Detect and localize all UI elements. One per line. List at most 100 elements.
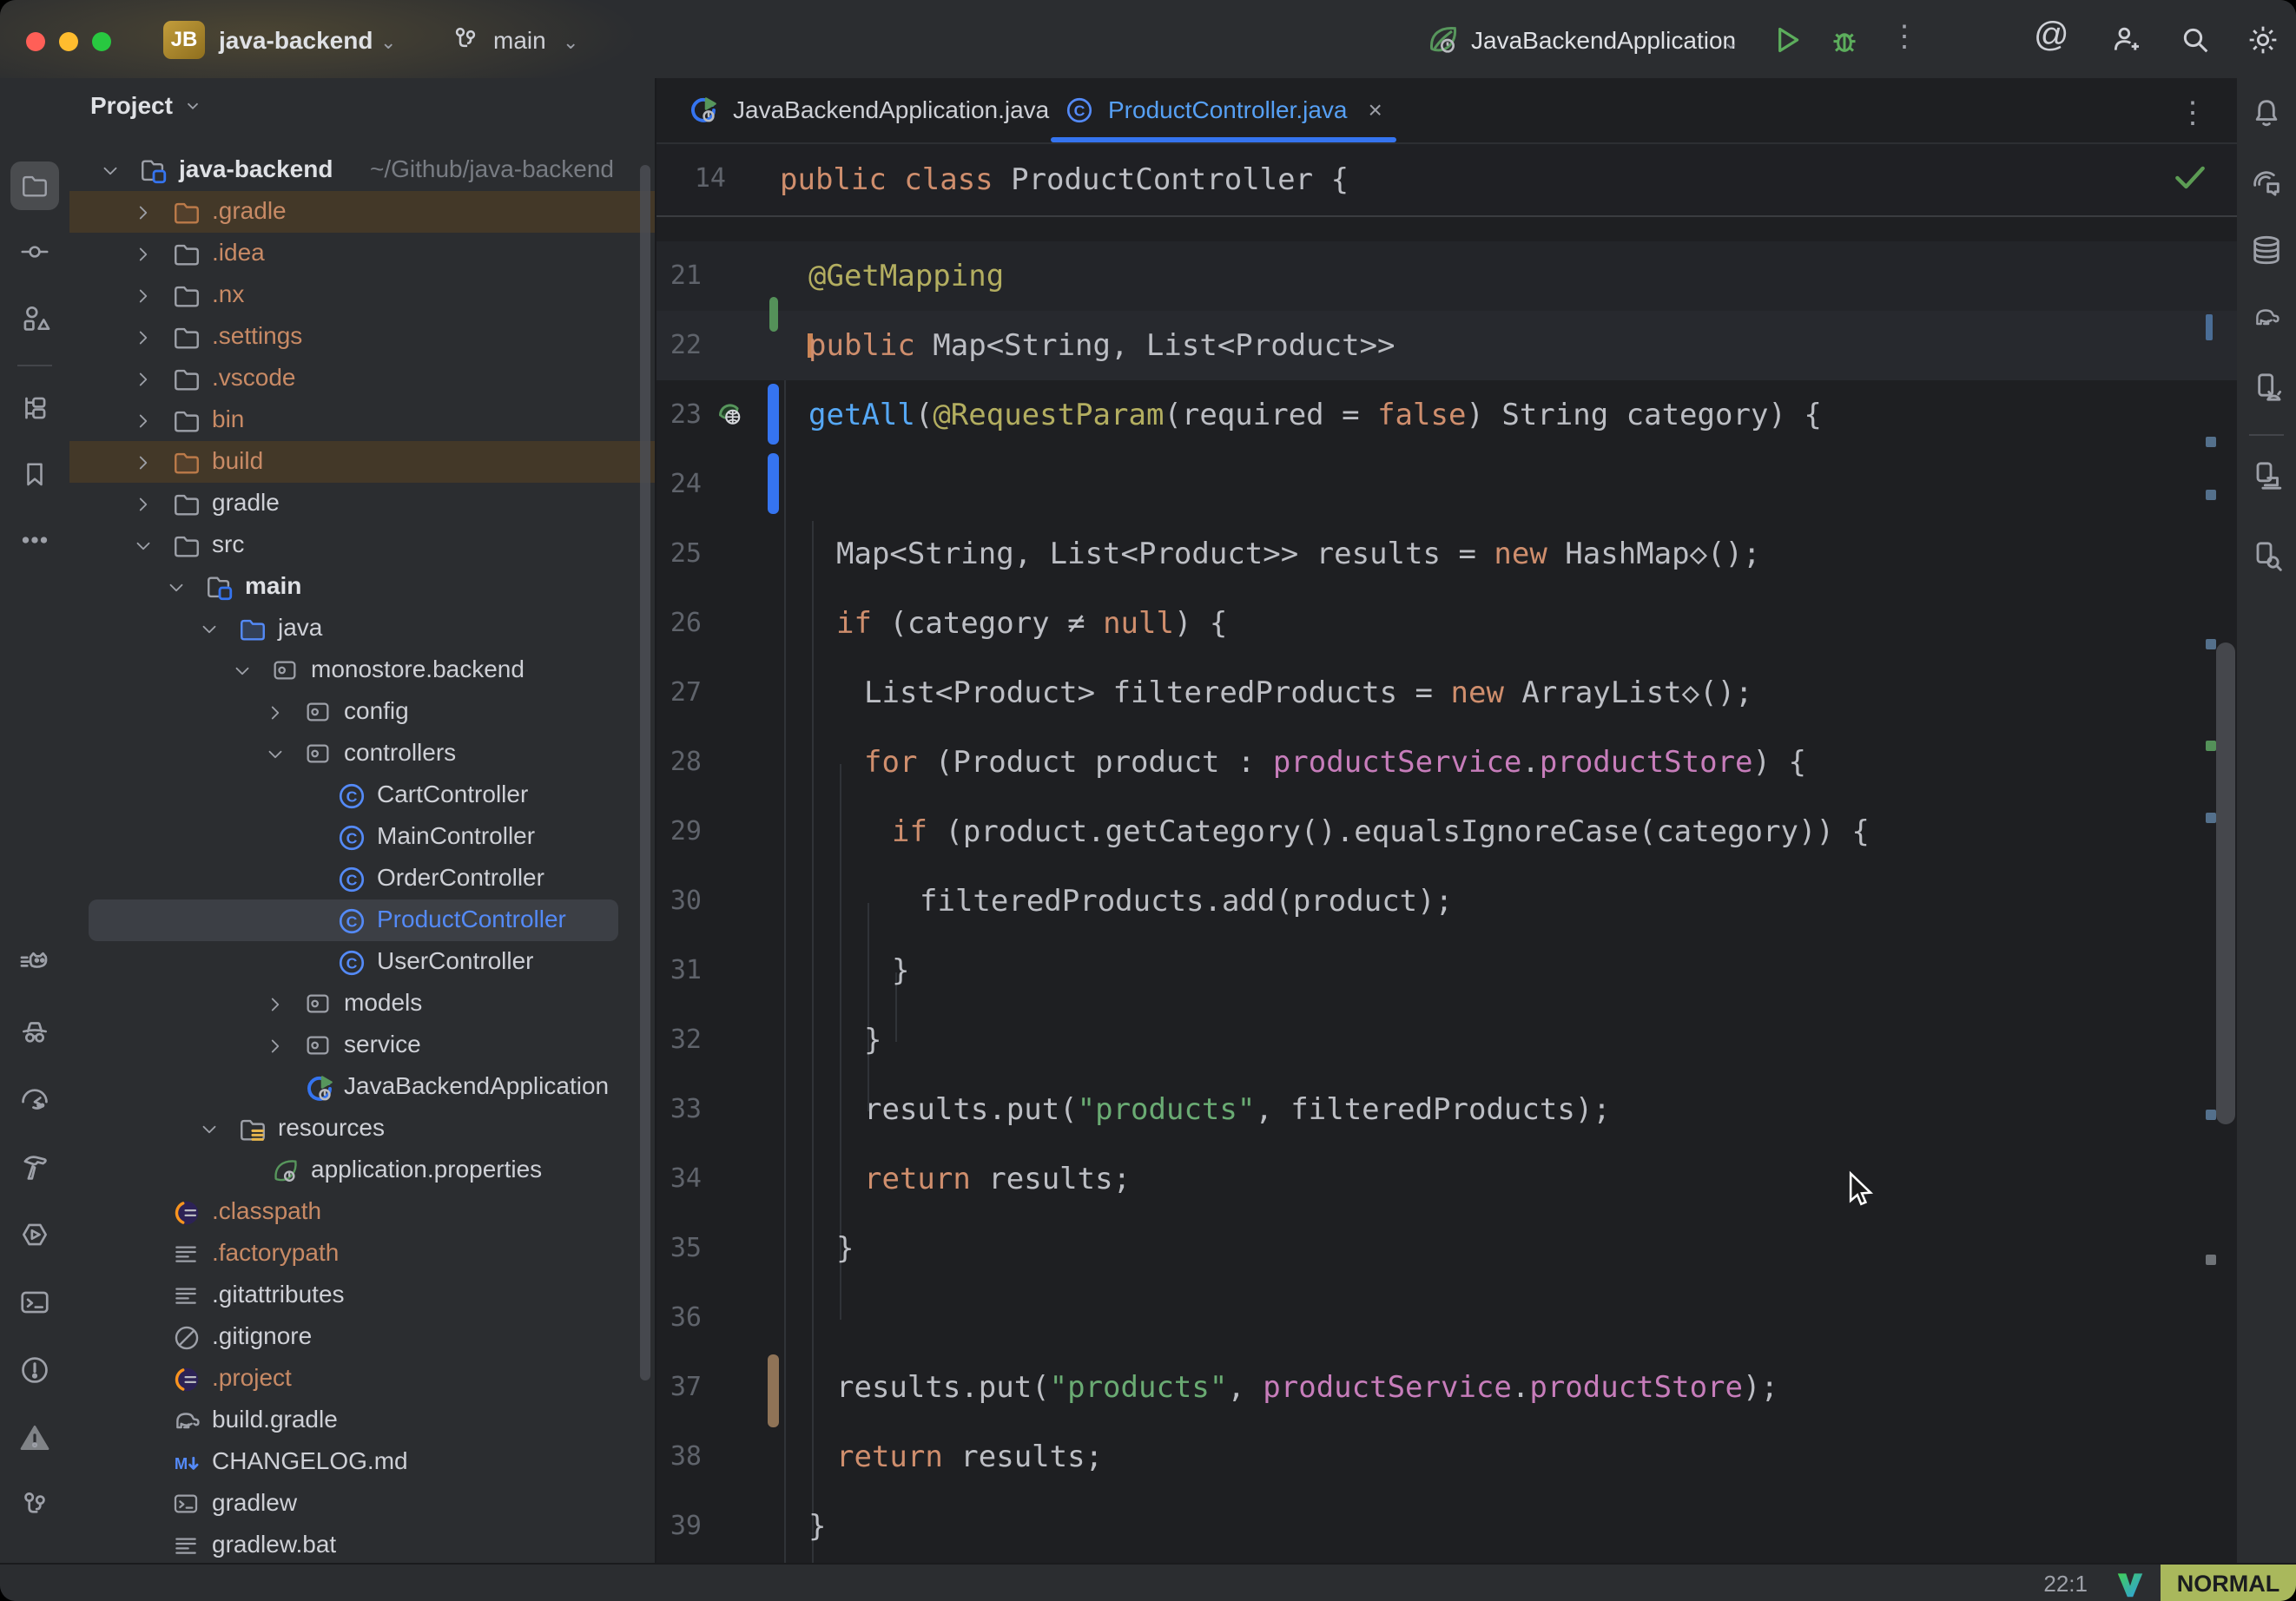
more-actions-kebab-icon[interactable]: ⋮: [1890, 19, 1919, 54]
chevron-collapsed-icon[interactable]: [264, 993, 287, 1016]
tree-item--vscode[interactable]: .vscode: [69, 358, 655, 399]
bookmarks-icon[interactable]: [10, 450, 59, 498]
services-icon[interactable]: [10, 1210, 59, 1259]
add-user-icon[interactable]: [2108, 23, 2143, 57]
search-icon[interactable]: [2178, 23, 2213, 57]
chevron-collapsed-icon[interactable]: [264, 702, 287, 724]
tree-item-cartcontroller[interactable]: CCartController: [69, 774, 655, 816]
tree-item--gitignore[interactable]: .gitignore: [69, 1316, 655, 1358]
sticky-header-line[interactable]: 14 public class ProductController {: [656, 144, 2239, 217]
chevron-expanded-icon[interactable]: [165, 576, 188, 599]
debug-button[interactable]: [1827, 23, 1862, 57]
chevron-collapsed-icon[interactable]: [132, 243, 155, 266]
project-switcher[interactable]: java-backend: [219, 27, 373, 55]
error-stripe-mark[interactable]: [2206, 1110, 2216, 1120]
chevron-collapsed-icon[interactable]: [132, 201, 155, 224]
code-line-33[interactable]: results.put("products", filteredProducts…: [864, 1075, 1611, 1144]
tree-item-gradlew[interactable]: gradlew: [69, 1483, 655, 1525]
database-icon[interactable]: [2242, 226, 2291, 274]
tree-item-monostore-backend[interactable]: monostore.backend: [69, 649, 655, 691]
version-control-icon[interactable]: [10, 1481, 59, 1530]
code-line-28[interactable]: for (Product product : productService.pr…: [864, 728, 1806, 797]
tree-item--settings[interactable]: .settings: [69, 316, 655, 358]
code-line-30[interactable]: filteredProducts.add(product);: [920, 866, 1453, 936]
tree-item-build[interactable]: build: [69, 441, 655, 483]
tree-item-maincontroller[interactable]: CMainController: [69, 816, 655, 858]
error-stripe-mark[interactable]: [2206, 490, 2216, 500]
project-folder-icon[interactable]: [10, 161, 59, 210]
incognito-icon[interactable]: [10, 1007, 59, 1056]
tree-item-javabackendapplication[interactable]: JavaBackendApplication: [69, 1066, 655, 1108]
tree-item-usercontroller[interactable]: CUserController: [69, 941, 655, 983]
close-window-button[interactable]: [26, 32, 45, 51]
tree-scrollbar[interactable]: [640, 165, 650, 1380]
chevron-expanded-icon[interactable]: [231, 660, 254, 682]
profiler-icon[interactable]: [10, 1075, 59, 1123]
code-line-27[interactable]: List<Product> filteredProducts = new Arr…: [864, 658, 1753, 728]
chevron-expanded-icon[interactable]: [264, 743, 287, 766]
tree-item-main[interactable]: main: [69, 566, 655, 608]
tree-item-config[interactable]: config: [69, 691, 655, 733]
editor-scrollbar[interactable]: [2216, 642, 2235, 1124]
tree-item-productcontroller[interactable]: CProductController: [69, 899, 655, 941]
tree-item-application-properties[interactable]: application.properties: [69, 1150, 655, 1191]
inspections-ok-check-icon[interactable]: [2171, 158, 2209, 196]
error-stripe-mark[interactable]: [2206, 639, 2216, 649]
code-line-32[interactable]: }: [864, 1005, 881, 1075]
caret-position-widget[interactable]: 22:1: [2043, 1571, 2088, 1598]
code-line-21[interactable]: @GetMapping: [808, 241, 1004, 311]
tab-javabackendapplication[interactable]: JavaBackendApplication.java: [688, 78, 1049, 142]
problems-icon[interactable]: [10, 1346, 59, 1394]
tree-item-changelog-md[interactable]: MCHANGELOG.md: [69, 1441, 655, 1483]
run-configuration-selector[interactable]: JavaBackendApplication: [1471, 27, 1736, 55]
tree-item--factorypath[interactable]: .factorypath: [69, 1233, 655, 1275]
tree-item-ordercontroller[interactable]: COrderController: [69, 858, 655, 899]
gradle-icon[interactable]: [2242, 293, 2291, 342]
close-tab-icon[interactable]: ×: [1368, 96, 1382, 124]
tree-item-resources[interactable]: resources: [69, 1108, 655, 1150]
commit-icon[interactable]: [10, 227, 59, 276]
code-line-35[interactable]: }: [836, 1214, 854, 1283]
more-tools-icon[interactable]: [10, 516, 59, 564]
tree-item-gradlew-bat[interactable]: gradlew.bat: [69, 1525, 655, 1563]
error-stripe-mark[interactable]: [2206, 437, 2216, 447]
chevron-collapsed-icon[interactable]: [132, 326, 155, 349]
code-line-25[interactable]: Map<String, List<Product>> results = new…: [836, 519, 1760, 589]
code-line-23[interactable]: getAll(@RequestParam(required = false) S…: [808, 380, 1822, 450]
code-viewport[interactable]: 21@GetMapping22public Map<String, List<P…: [656, 217, 2239, 1563]
copilot-cat-icon[interactable]: [10, 939, 59, 988]
code-line-38[interactable]: return results;: [836, 1422, 1103, 1492]
terminal-icon[interactable]: [10, 1278, 59, 1327]
error-stripe-mark[interactable]: [2206, 813, 2216, 823]
code-line-29[interactable]: if (product.getCategory().equalsIgnoreCa…: [892, 797, 1870, 866]
branch-widget[interactable]: main: [493, 27, 546, 55]
vim-mode-badge[interactable]: NORMAL: [2161, 1565, 2296, 1601]
tab-options-kebab-icon[interactable]: ⋮: [2178, 96, 2207, 130]
run-button[interactable]: [1770, 23, 1804, 57]
tree-item--nx[interactable]: .nx: [69, 274, 655, 316]
code-line-34[interactable]: return results;: [864, 1144, 1131, 1214]
tree-item-gradle[interactable]: gradle: [69, 483, 655, 524]
tree-item-service[interactable]: service: [69, 1025, 655, 1066]
code-line-39[interactable]: }: [808, 1492, 826, 1561]
error-stripe-mark[interactable]: [2206, 1255, 2216, 1265]
build-icon[interactable]: [10, 1143, 59, 1191]
device-manager-icon[interactable]: [2242, 363, 2291, 412]
chevron-collapsed-icon[interactable]: [132, 285, 155, 307]
code-line-31[interactable]: }: [892, 936, 909, 1005]
tab-productcontroller[interactable]: C ProductController.java ×: [1065, 78, 1382, 142]
ai-assistant-icon[interactable]: [2242, 158, 2291, 207]
project-badge[interactable]: JB: [163, 21, 205, 59]
rest-endpoint-gutter-icon[interactable]: [714, 399, 745, 431]
tree-item--project[interactable]: .project: [69, 1358, 655, 1400]
code-line-26[interactable]: if (category ≠ null) {: [836, 589, 1227, 658]
tree-item--gradle[interactable]: .gradle: [69, 191, 655, 233]
hierarchy-icon[interactable]: [10, 384, 59, 432]
minimize-window-button[interactable]: [59, 32, 78, 51]
chevron-expanded-icon[interactable]: [132, 535, 155, 557]
notifications-bell-icon[interactable]: [2242, 89, 2291, 137]
chevron-collapsed-icon[interactable]: [132, 410, 155, 432]
settings-gear-icon[interactable]: [2246, 23, 2280, 57]
error-stripe-mark[interactable]: [2206, 314, 2213, 340]
tree-item-build-gradle[interactable]: build.gradle: [69, 1400, 655, 1441]
